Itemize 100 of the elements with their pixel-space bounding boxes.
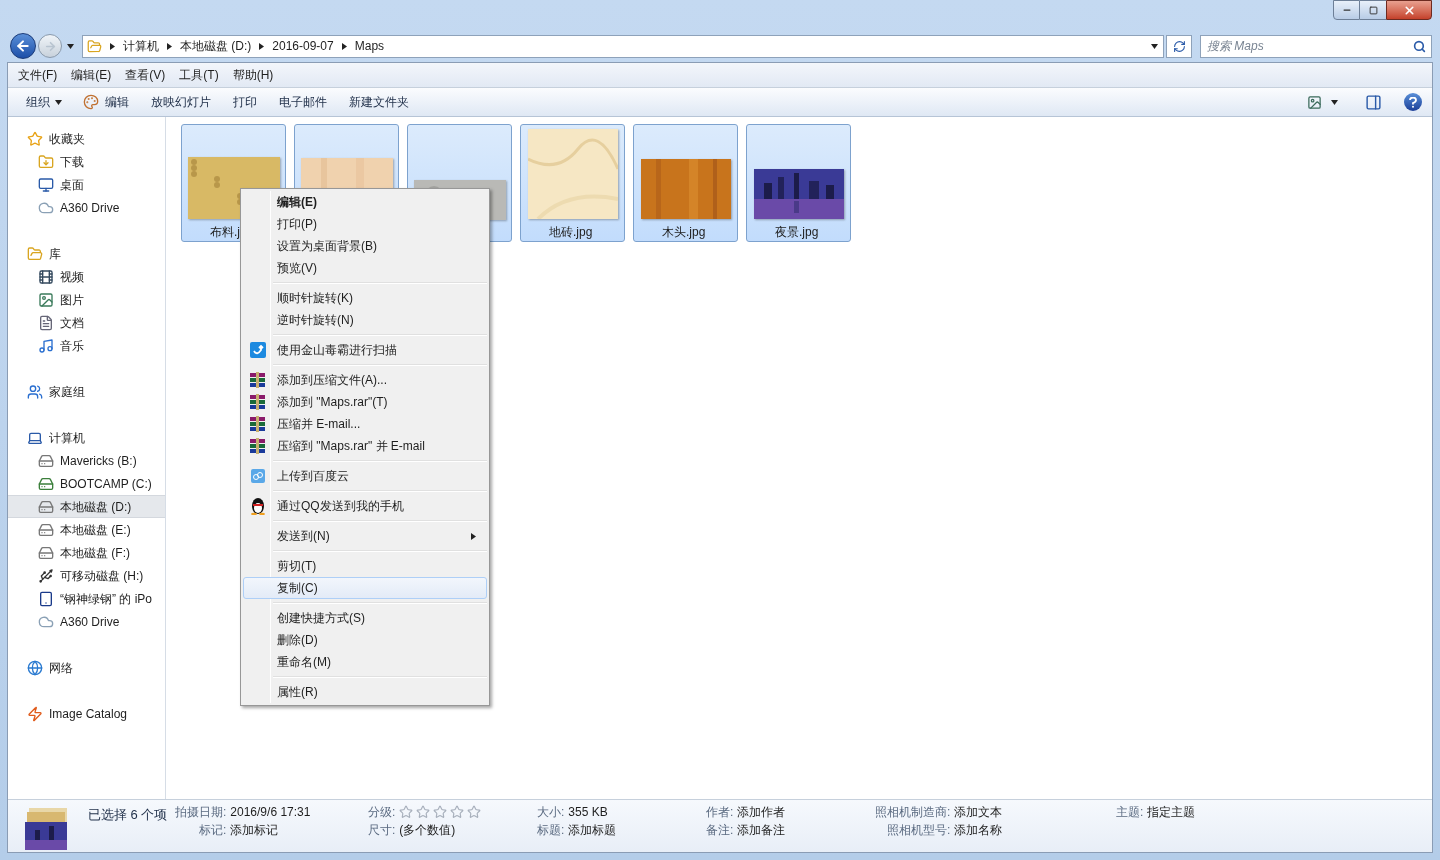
menu-item[interactable]: 压缩并 E-mail... <box>243 413 487 435</box>
breadcrumb[interactable]: 计算机 <box>123 37 159 55</box>
drive-icon <box>38 544 54 561</box>
property-value[interactable]: 355 KB <box>568 805 706 820</box>
menu-item[interactable]: 压缩到 "Maps.rar" 并 E-mail <box>243 435 487 457</box>
menu-item[interactable]: 属性(R) <box>243 681 487 703</box>
file-tile[interactable]: 地砖.jpg <box>520 124 625 242</box>
property-value[interactable]: 添加标题 <box>568 823 706 838</box>
sidebar-item[interactable]: 音乐 <box>8 334 165 357</box>
menu-item[interactable]: 上传到百度云 <box>243 465 487 487</box>
network-icon <box>27 659 43 676</box>
refresh-button[interactable] <box>1166 34 1192 58</box>
file-name: 布料.j <box>209 224 241 241</box>
sidebar-item[interactable]: 文档 <box>8 311 165 334</box>
close-button[interactable] <box>1386 0 1432 20</box>
property-label: 拍摄日期: <box>175 805 227 820</box>
menu-item[interactable]: 使用金山毒霸进行扫描 <box>243 339 487 361</box>
menu-item[interactable]: 顺时针旋转(K) <box>243 287 487 309</box>
menu-item[interactable]: 逆时针旋转(N) <box>243 309 487 331</box>
maximize-button[interactable] <box>1360 0 1386 20</box>
system-drive-icon <box>38 475 54 492</box>
sidebar-item[interactable]: 可移动磁盘 (H:) <box>8 564 165 587</box>
toolbar-button[interactable]: 组织 <box>18 90 69 114</box>
monitor-icon <box>38 176 54 193</box>
file-name: 夜景.jpg <box>774 224 820 241</box>
property-label: 照相机制造商: <box>875 805 951 820</box>
file-tile[interactable]: 夜景.jpg <box>746 124 851 242</box>
property-label: 尺寸: <box>368 823 396 838</box>
property-value[interactable]: 添加文本 <box>954 805 1116 820</box>
menu-item[interactable]: 删除(D) <box>243 629 487 651</box>
toolbar-button[interactable]: 放映幻灯片 <box>143 90 219 114</box>
property-value[interactable]: 添加标记 <box>230 823 368 838</box>
menu-item[interactable]: 文件(F) <box>12 66 64 84</box>
music-icon <box>38 337 54 354</box>
menu-item[interactable]: 复制(C) <box>243 577 487 599</box>
search-field[interactable]: 搜索 Maps <box>1200 34 1432 58</box>
property-value[interactable]: 添加名称 <box>954 823 1116 838</box>
menu-item[interactable]: 创建快捷方式(S) <box>243 607 487 629</box>
menu-item[interactable]: 编辑(E) <box>65 66 118 84</box>
menu-item[interactable]: 工具(T) <box>173 66 225 84</box>
sidebar-item[interactable]: 本地磁盘 (E:) <box>8 518 165 541</box>
document-icon <box>38 314 54 331</box>
menu-item[interactable]: 通过QQ发送到我的手机 <box>243 495 487 517</box>
sidebar-item[interactable]: BOOTCAMP (C:) <box>8 472 165 495</box>
folder-icon <box>87 38 102 54</box>
sidebar-item[interactable]: 收藏夹 <box>8 127 165 150</box>
toolbar-button[interactable]: 电子邮件 <box>271 90 335 114</box>
property-value[interactable]: 指定主题 <box>1147 805 1316 820</box>
breadcrumb[interactable]: Maps <box>354 37 385 55</box>
sidebar-item[interactable]: “钢神绿钢” 的 iPo <box>8 587 165 610</box>
sidebar-item[interactable]: 库 <box>8 242 165 265</box>
property-value[interactable]: 添加备注 <box>737 823 875 838</box>
sidebar-item[interactable]: 本地磁盘 (F:) <box>8 541 165 564</box>
picture-icon <box>38 291 54 308</box>
menu-item[interactable]: 剪切(T) <box>243 555 487 577</box>
sidebar-item[interactable]: 下载 <box>8 150 165 173</box>
menu-item[interactable]: 发送到(N) <box>243 525 487 547</box>
sidebar-item[interactable]: 家庭组 <box>8 380 165 403</box>
chevron-icon <box>341 42 347 50</box>
toolbar-button[interactable]: 新建文件夹 <box>341 90 417 114</box>
close-icon <box>1402 3 1416 17</box>
back-button[interactable] <box>10 33 36 59</box>
lightning-icon <box>27 705 43 722</box>
menu-item[interactable]: 帮助(H) <box>226 66 280 84</box>
cloud-icon <box>251 469 265 483</box>
menu-item[interactable]: 查看(V) <box>119 66 172 84</box>
menu-item[interactable]: 预览(V) <box>243 257 487 279</box>
sidebar-item[interactable]: 视频 <box>8 265 165 288</box>
menu-item[interactable]: 重命名(M) <box>243 651 487 673</box>
sidebar-item[interactable]: A360 Drive <box>8 610 165 633</box>
help-button[interactable] <box>1404 93 1422 111</box>
sidebar-item[interactable]: 桌面 <box>8 173 165 196</box>
sidebar-item[interactable]: 图片 <box>8 288 165 311</box>
sidebar-item[interactable]: 计算机 <box>8 426 165 449</box>
property-value[interactable]: (多个数值) <box>399 823 537 838</box>
menu-item[interactable]: 添加到 "Maps.rar"(T) <box>243 391 487 413</box>
address-bar[interactable]: 计算机 本地磁盘 (D:) 2016-09-07 Maps <box>82 34 1164 58</box>
toolbar-button[interactable]: 编辑 <box>75 90 137 114</box>
help-icon <box>1409 96 1417 108</box>
star-icon <box>27 130 43 147</box>
property-label: 备注: <box>706 823 734 838</box>
file-tile[interactable]: 木头.jpg <box>633 124 738 242</box>
sidebar-item[interactable]: 网络 <box>8 656 165 679</box>
property-value[interactable]: 2016/9/6 17:31 <box>230 805 368 820</box>
property-label: 分级: <box>368 805 396 820</box>
toolbar-button[interactable]: 打印 <box>225 90 265 114</box>
film-icon <box>38 268 54 285</box>
selection-count: 已选择 6 个项 <box>88 806 169 824</box>
breadcrumb[interactable]: 本地磁盘 (D:) <box>180 37 252 55</box>
breadcrumb[interactable]: 2016-09-07 <box>272 37 334 55</box>
property-value[interactable]: 添加作者 <box>737 805 875 820</box>
archive-books-icon <box>250 394 266 410</box>
shield-scan-icon <box>250 342 266 358</box>
menu-item[interactable]: 添加到压缩文件(A)... <box>243 369 487 391</box>
sidebar-item[interactable]: A360 Drive <box>8 196 165 219</box>
file-name: 木头.jpg <box>661 224 707 241</box>
minimize-button[interactable] <box>1333 0 1360 20</box>
sidebar-item[interactable]: Mavericks (B:) <box>8 449 165 472</box>
sidebar-item[interactable]: 本地磁盘 (D:) <box>8 495 165 518</box>
sidebar-item[interactable]: Image Catalog <box>8 702 165 725</box>
